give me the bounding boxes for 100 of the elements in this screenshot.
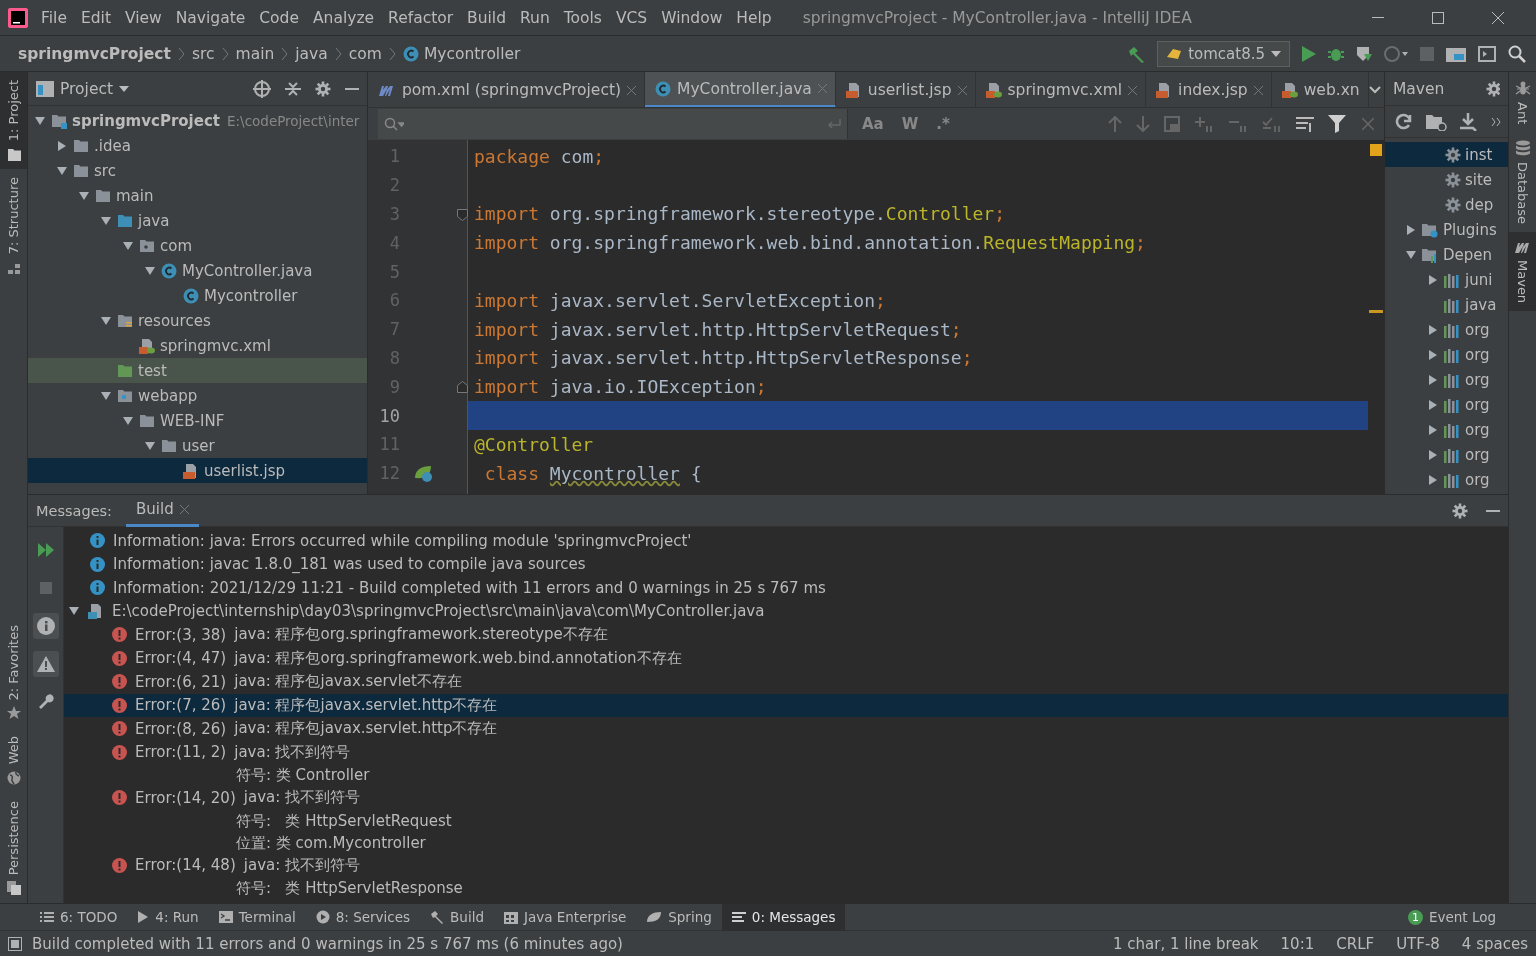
menu-item[interactable]: Edit xyxy=(73,8,118,27)
maven-tree-item[interactable]: org xyxy=(1385,442,1508,467)
expanded-arrow-icon[interactable] xyxy=(1405,248,1417,261)
menu-item[interactable]: VCS xyxy=(608,8,655,27)
status-item[interactable]: CRLF xyxy=(1336,934,1375,953)
maven-tree-item[interactable]: Depen xyxy=(1385,242,1508,267)
message-row[interactable]: Error:(3, 38) java: 程序包org.springframework.stereotype不存在 xyxy=(64,623,1508,647)
tool-window-button[interactable]: 8: Services xyxy=(305,903,421,931)
collapsed-arrow-icon[interactable] xyxy=(1427,448,1439,461)
collapsed-arrow-icon[interactable] xyxy=(56,139,68,152)
status-item[interactable]: UTF-8 xyxy=(1396,934,1440,953)
breadcrumb[interactable]: Mycontroller xyxy=(398,44,525,63)
tool-window-button[interactable]: Terminal xyxy=(208,903,306,931)
message-row[interactable]: Error:(4, 47) java: 程序包org.springframework.web.bind.annotation不存在 xyxy=(64,646,1508,670)
tool-window-button[interactable]: Java Enterprise xyxy=(493,903,637,931)
maven-tree-item[interactable]: java xyxy=(1385,292,1508,317)
message-row[interactable]: Error:(14, 48) java: 找不到符号 xyxy=(64,853,1508,877)
message-row[interactable]: Information: javac 1.8.0_181 was used to compile java sources xyxy=(64,552,1508,576)
status-item[interactable]: 4 spaces xyxy=(1461,934,1528,953)
menu-item[interactable]: Build xyxy=(460,8,513,27)
tool-window-tab[interactable]: Database xyxy=(1509,132,1536,233)
tool-window-tab[interactable]: 2: Favorites xyxy=(0,616,27,729)
search-field[interactable] xyxy=(378,109,848,139)
message-row[interactable]: Error:(6, 21) java: 程序包javax.servlet不存在 xyxy=(64,670,1508,694)
maven-tree-item[interactable]: org xyxy=(1385,367,1508,392)
collapsed-arrow-icon[interactable] xyxy=(1427,423,1439,436)
tool-window-tab[interactable]: Ant xyxy=(1509,72,1536,133)
expanded-arrow-icon[interactable] xyxy=(100,314,112,327)
tree-item[interactable]: src xyxy=(28,158,367,183)
message-row[interactable]: Error:(8, 26) java: 程序包javax.servlet.http不存在 xyxy=(64,717,1508,741)
tool-window-tab[interactable]: Maven xyxy=(1509,232,1536,312)
collapsed-arrow-icon[interactable] xyxy=(1427,273,1439,286)
search-option-toggle[interactable]: .* xyxy=(932,115,954,133)
maven-tree-item[interactable]: org xyxy=(1385,417,1508,442)
message-row[interactable]: E:\codeProject\internship\day03\springmvcProject\src\main\java\com\MyController.java xyxy=(64,599,1508,623)
tree-item[interactable]: Mycontroller xyxy=(28,283,367,308)
menu-item[interactable]: View xyxy=(117,8,169,27)
collapsed-arrow-icon[interactable] xyxy=(1427,373,1439,386)
maven-tree-item[interactable]: org xyxy=(1385,342,1508,367)
tool-window-button[interactable]: Spring xyxy=(636,903,722,931)
expanded-arrow-icon[interactable] xyxy=(100,389,112,402)
tool-window-button[interactable]: Build xyxy=(420,903,494,931)
tree-item[interactable]: com xyxy=(28,233,367,258)
tool-window-button[interactable]: 4: Run xyxy=(127,903,209,931)
breadcrumb[interactable]: main xyxy=(231,44,279,63)
maven-tree-item[interactable]: inst xyxy=(1385,142,1508,167)
menu-item[interactable]: File xyxy=(34,8,74,27)
maven-tree-item[interactable]: dep xyxy=(1385,192,1508,217)
message-row[interactable]: Information: java: Errors occurred while compiling module 'springmvcProject' xyxy=(64,529,1508,553)
editor-tab[interactable]: MyController.java xyxy=(645,72,836,107)
breadcrumb[interactable]: java xyxy=(291,44,332,63)
tree-item[interactable]: springmvcProject E:\codeProject\inter xyxy=(28,108,367,133)
project-view-dropdown[interactable]: Project xyxy=(36,79,130,98)
expanded-arrow-icon[interactable] xyxy=(34,114,46,127)
tree-item[interactable]: springmvc.xml xyxy=(28,333,367,358)
menu-item[interactable]: Code xyxy=(252,8,306,27)
expanded-arrow-icon[interactable] xyxy=(78,189,90,202)
event-log-button[interactable]: 1 Event Log xyxy=(1397,903,1506,931)
collapsed-arrow-icon[interactable] xyxy=(1427,348,1439,361)
tree-item[interactable]: WEB-INF xyxy=(28,408,367,433)
menu-item[interactable]: Refactor xyxy=(381,8,461,27)
expanded-arrow-icon[interactable] xyxy=(122,414,134,427)
tree-item[interactable]: java xyxy=(28,208,367,233)
tree-item[interactable]: resources xyxy=(28,308,367,333)
message-row[interactable]: Error:(14, 20) java: 找不到符号 xyxy=(64,786,1508,810)
run-configuration-dropdown[interactable]: tomcat8.5 xyxy=(1157,40,1290,67)
tree-item[interactable]: main xyxy=(28,183,367,208)
expanded-arrow-icon[interactable] xyxy=(144,264,156,277)
status-item[interactable]: 10:1 xyxy=(1280,934,1315,953)
tree-item[interactable]: .idea xyxy=(28,133,367,158)
maven-tree-item[interactable]: site xyxy=(1385,167,1508,192)
status-item[interactable]: 1 char, 1 line break xyxy=(1112,934,1259,953)
info-filter-button[interactable] xyxy=(32,613,59,639)
tool-window-tab[interactable]: Persistence xyxy=(0,792,27,903)
collapsed-arrow-icon[interactable] xyxy=(1427,473,1439,486)
expanded-arrow-icon[interactable] xyxy=(122,239,134,252)
tool-window-tab[interactable]: Web xyxy=(0,728,27,793)
menu-item[interactable]: Navigate xyxy=(168,8,253,27)
tree-item[interactable]: MyController.java xyxy=(28,258,367,283)
breadcrumb[interactable]: src xyxy=(187,44,219,63)
tree-item[interactable]: test xyxy=(28,358,367,383)
expanded-arrow-icon[interactable] xyxy=(144,439,156,452)
warning-filter-button[interactable] xyxy=(32,651,59,677)
breadcrumb[interactable]: com xyxy=(344,44,386,63)
breadcrumb[interactable]: springmvcProject xyxy=(14,44,175,63)
collapsed-arrow-icon[interactable] xyxy=(1405,223,1417,236)
maven-tree-item[interactable]: juni xyxy=(1385,267,1508,292)
message-row[interactable]: Error:(7, 26) java: 程序包javax.servlet.http不存在 xyxy=(64,693,1508,717)
menu-item[interactable]: Window xyxy=(654,8,730,27)
collapsed-arrow-icon[interactable] xyxy=(1427,323,1439,336)
tree-item[interactable]: webapp xyxy=(28,383,367,408)
tool-window-button[interactable]: 6: TODO xyxy=(30,903,128,931)
maven-tree-item[interactable]: org xyxy=(1385,467,1508,492)
expanded-arrow-icon[interactable] xyxy=(100,214,112,227)
menu-item[interactable]: Help xyxy=(729,8,779,27)
maven-tree-item[interactable]: Plugins xyxy=(1385,217,1508,242)
tree-item[interactable]: userlist.jsp xyxy=(28,458,367,483)
menu-item[interactable]: Run xyxy=(513,8,557,27)
tool-window-button[interactable]: 0: Messages xyxy=(721,903,846,931)
menu-item[interactable]: Analyze xyxy=(306,8,382,27)
